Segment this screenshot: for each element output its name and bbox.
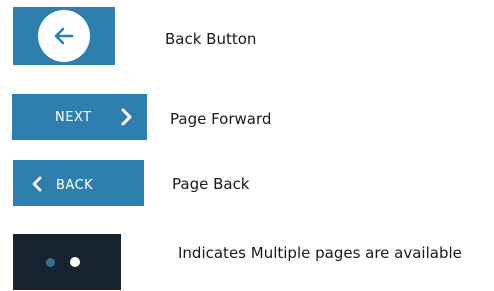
- page-indicator: [13, 234, 121, 290]
- back-button[interactable]: [13, 7, 115, 65]
- arrow-left-icon: [54, 27, 74, 45]
- page-dot-active[interactable]: [70, 257, 80, 267]
- chevron-right-icon: [121, 108, 132, 126]
- next-button[interactable]: NEXT: [12, 94, 147, 140]
- page-dot-inactive[interactable]: [46, 258, 55, 267]
- next-button-label: NEXT: [55, 110, 92, 125]
- chevron-left-icon: [32, 176, 42, 192]
- page-back-description: Page Back: [172, 175, 250, 193]
- page-indicator-description: Indicates Multiple pages are available: [178, 244, 462, 262]
- back-button-description: Back Button: [165, 30, 257, 48]
- back-button-circle: [38, 10, 90, 62]
- page-forward-description: Page Forward: [170, 110, 272, 128]
- page-back-button-label: BACK: [56, 178, 94, 193]
- page-back-button[interactable]: BACK: [13, 160, 144, 206]
